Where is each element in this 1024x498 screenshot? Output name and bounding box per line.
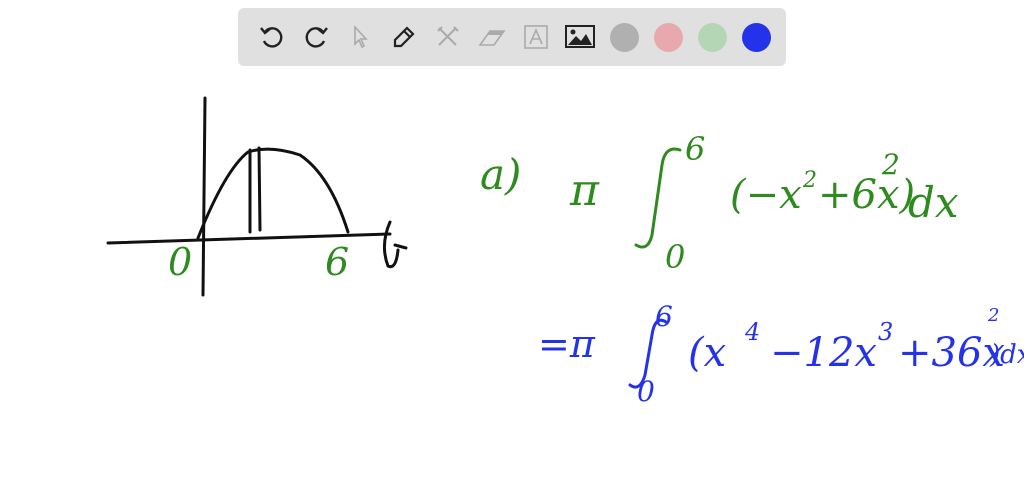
integrand-a: (−x [730,172,802,218]
term-12x: −12x [770,330,877,376]
term-36x: +36x [898,330,1005,376]
term-x: (x [688,330,727,376]
pi: π [570,165,599,216]
equals-pi: =π [538,322,595,366]
part-a-label: a) [480,150,522,199]
dx: dx [908,178,959,227]
lower-limit: 0 [665,238,686,276]
outer-exp: 2 [882,148,900,181]
close-dx: )dx [990,340,1024,370]
upper-limit: 6 [655,300,673,333]
exp-2: 2 [803,168,817,193]
integrand-b: +6x) [818,172,916,218]
six-label: 6 [325,240,350,284]
graph-sketch [106,96,408,297]
origin-label: 0 [168,240,193,284]
exp-4: 4 [745,318,761,346]
upper-limit: 6 [685,130,706,168]
exp-2: 2 [988,305,1000,326]
drawing-canvas[interactable] [0,0,1024,498]
exp-3: 3 [878,318,894,346]
lower-limit: 0 [637,375,655,408]
